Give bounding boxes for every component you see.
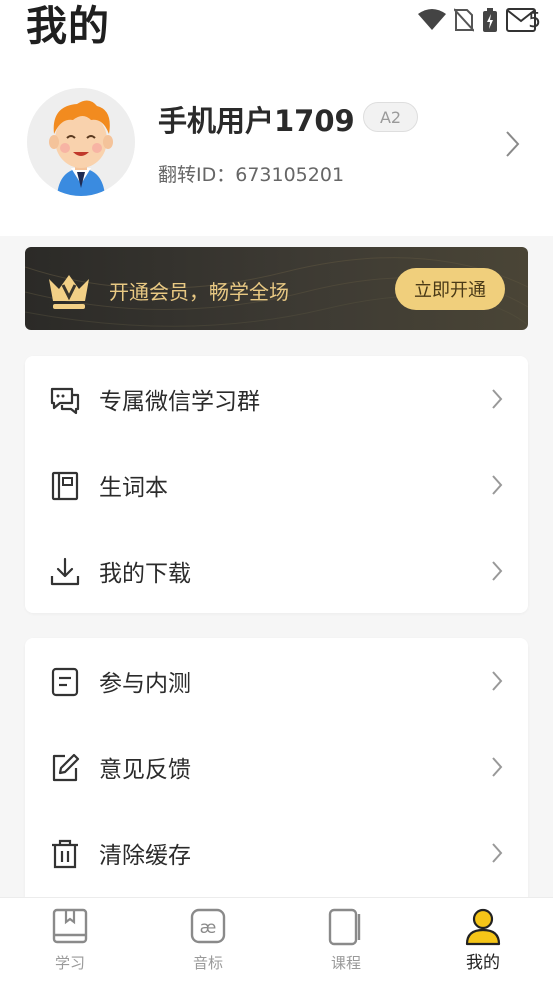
avatar-cartoon-icon <box>27 88 135 196</box>
edit-icon <box>52 753 80 782</box>
chevron-right-icon <box>492 389 503 409</box>
bottom-tab-bar: 学习 æ 音标 课程 我的 <box>0 897 553 983</box>
book-icon <box>52 908 88 944</box>
tab-study[interactable]: 学习 <box>20 898 120 983</box>
menu-card-2: 参与内测 意见反馈 清除缓存 <box>25 638 528 938</box>
menu-item-downloads[interactable]: 我的下载 <box>25 528 528 614</box>
course-icon <box>328 908 361 946</box>
notebook-icon <box>51 471 79 501</box>
menu-card-1: 专属微信学习群 生词本 我的下载 <box>25 356 528 613</box>
menu-item-clear-cache[interactable]: 清除缓存 <box>25 810 528 896</box>
menu-item-vocabulary[interactable]: 生词本 <box>25 442 528 528</box>
chevron-right-icon[interactable] <box>504 130 520 158</box>
profile-header: 我的 5 手机用户1709 A2 翻转ID：673105201 <box>0 0 553 236</box>
vip-banner[interactable]: 开通会员，畅学全场 立即开通 <box>25 247 528 330</box>
username: 手机用户1709 <box>158 104 355 138</box>
menu-item-label: 意见反馈 <box>99 757 191 783</box>
trash-icon <box>52 839 78 869</box>
status-time: 5 <box>528 8 541 32</box>
menu-item-wechat-group[interactable]: 专属微信学习群 <box>25 356 528 442</box>
tab-phonetics[interactable]: æ 音标 <box>158 898 258 983</box>
level-badge: A2 <box>363 102 418 132</box>
menu-item-label: 参与内测 <box>99 671 191 697</box>
vip-promo-text: 开通会员，畅学全场 <box>109 280 289 304</box>
tab-label: 学习 <box>54 954 85 972</box>
activate-vip-button[interactable]: 立即开通 <box>395 268 505 310</box>
tab-label: 课程 <box>330 954 361 972</box>
tab-courses[interactable]: 课程 <box>296 898 396 983</box>
svg-text:æ: æ <box>200 918 217 938</box>
page-title: 我的 <box>26 2 110 50</box>
menu-item-label: 生词本 <box>99 475 168 501</box>
wifi-icon <box>418 9 447 30</box>
user-icon <box>465 908 501 946</box>
crown-icon <box>49 275 89 309</box>
no-sim-icon <box>454 8 475 32</box>
phonetic-icon: æ <box>190 908 226 944</box>
menu-item-feedback[interactable]: 意见反馈 <box>25 724 528 810</box>
tab-label: 我的 <box>466 953 500 973</box>
chevron-right-icon <box>492 671 503 691</box>
user-id: 翻转ID：673105201 <box>158 164 345 186</box>
menu-item-label: 清除缓存 <box>99 843 191 869</box>
chevron-right-icon <box>492 475 503 495</box>
tab-label: 音标 <box>192 954 223 972</box>
menu-item-beta-test[interactable]: 参与内测 <box>25 638 528 724</box>
chevron-right-icon <box>492 843 503 863</box>
chevron-right-icon <box>492 757 503 777</box>
menu-item-label: 专属微信学习群 <box>99 389 260 415</box>
menu-item-label: 我的下载 <box>99 561 191 587</box>
avatar[interactable] <box>27 88 135 196</box>
tab-me[interactable]: 我的 <box>433 898 533 983</box>
chevron-right-icon <box>492 561 503 581</box>
chat-icon <box>50 387 80 415</box>
status-bar: 5 <box>418 6 541 34</box>
document-icon <box>51 667 79 697</box>
download-icon <box>50 557 80 586</box>
battery-icon <box>483 8 498 32</box>
